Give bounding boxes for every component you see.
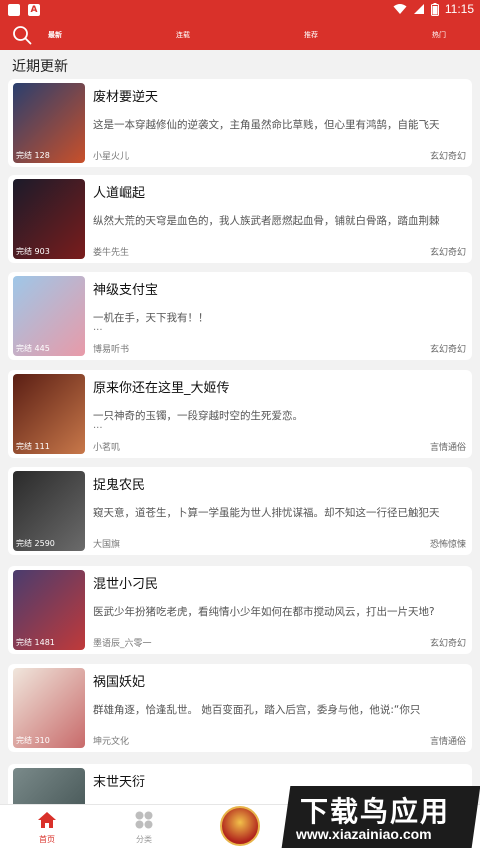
- wifi-icon: [393, 4, 407, 14]
- book-status-badge: 完结 128: [16, 151, 50, 160]
- book-description: 一机在手，天下我有！！: [93, 312, 209, 324]
- book-status-badge: 完结 903: [16, 247, 50, 256]
- book-genre: 玄幻奇幻: [429, 345, 466, 355]
- book-cover: 完结 2590: [13, 471, 85, 551]
- book-status-badge: 完结 111: [16, 442, 50, 451]
- tab-recommended[interactable]: 推荐: [304, 30, 318, 40]
- book-author: 大国旗: [93, 540, 121, 550]
- category-icon: [135, 811, 153, 829]
- book-genre: 恐怖惊悚: [429, 540, 466, 550]
- book-status-badge: 完结 310: [16, 736, 50, 745]
- search-icon[interactable]: [12, 25, 32, 45]
- watermark-text: 下载鸟应用: [300, 795, 451, 828]
- book-cover: 完结 111: [13, 374, 85, 454]
- book-author: 坤元文化: [93, 737, 130, 747]
- book-cover: 完结 1481: [13, 570, 85, 650]
- book-cover: 完结 445: [13, 276, 85, 356]
- book-ellipsis: ...: [93, 420, 103, 431]
- book-title: 废材要逆天: [93, 90, 159, 105]
- book-title: 原来你还在这里_大姬传: [93, 381, 230, 396]
- book-author: 小星火儿: [93, 152, 130, 162]
- tab-serial[interactable]: 连载: [176, 30, 190, 40]
- book-title: 末世天衍: [93, 775, 146, 790]
- book-card[interactable]: 完结 111 原来你还在这里_大姬传 一只神奇的玉镯，一段穿越时空的生死爱恋。..…: [8, 370, 472, 458]
- signal-icon: [413, 4, 424, 14]
- book-description: 群雄角逐，恰逢乱世。 她百变面孔，踏入后宫，委身与他，他说:“你只: [93, 704, 421, 716]
- top-nav: 最新 连载 推荐 热门: [0, 20, 480, 50]
- nav-home[interactable]: 首页: [17, 811, 77, 845]
- book-genre: 玄幻奇幻: [429, 152, 466, 162]
- book-status-badge: 完结 445: [16, 344, 50, 353]
- book-cover: 完结 310: [13, 668, 85, 748]
- book-author: 小茗叽: [93, 443, 121, 453]
- book-cover: 完结 903: [13, 179, 85, 259]
- tab-popular[interactable]: 热门: [432, 30, 446, 40]
- book-genre: 玄幻奇幻: [429, 248, 466, 258]
- home-icon: [38, 812, 56, 828]
- book-title: 祸国妖妃: [93, 675, 146, 690]
- center-avatar-button[interactable]: [220, 806, 260, 846]
- book-author: 博易听书: [93, 345, 130, 355]
- book-title: 捉鬼农民: [93, 478, 146, 493]
- book-description: 窥天意，道苍生，卜算一学虽能为世人排忧谋福。却不知这一行径已触犯天: [93, 507, 440, 519]
- watermark-url: www.xiazainiao.com: [296, 826, 432, 842]
- clock: 11:15: [444, 2, 474, 16]
- nav-category[interactable]: 分类: [114, 811, 174, 845]
- book-description: 这是一本穿越修仙的逆袭文，主角虽然命比草贱，但心里有鸿鹄，自能飞天: [93, 119, 440, 131]
- section-title: 近期更新: [12, 59, 68, 75]
- book-card[interactable]: 完结 128 废材要逆天这是一本穿越修仙的逆袭文，主角虽然命比草贱，但心里有鸿鹄，…: [8, 79, 472, 167]
- book-title: 人道崛起: [93, 186, 146, 201]
- book-title: 神级支付宝: [93, 283, 159, 298]
- book-card[interactable]: 完结 903 人道崛起纵然大荒的天穹是血色的，我人族武者愿燃起血骨，铺就白骨路，踏…: [8, 175, 472, 263]
- book-card[interactable]: 完结 2590 捉鬼农民窥天意，道苍生，卜算一学虽能为世人排忧谋福。却不知这一行径…: [8, 467, 472, 555]
- book-title: 混世小刁民: [93, 577, 159, 592]
- book-status-badge: 完结 2590: [16, 539, 55, 548]
- book-description: 一只神奇的玉镯，一段穿越时空的生死爱恋。: [93, 410, 303, 422]
- book-card[interactable]: 完结 310 祸国妖妃群雄角逐，恰逢乱世。 她百变面孔，踏入后宫，委身与他，他说:…: [8, 664, 472, 752]
- tab-latest[interactable]: 最新: [48, 30, 62, 40]
- book-description: 纵然大荒的天穹是血色的，我人族武者愿燃起血骨，铺就白骨路，踏血荆棘: [93, 215, 440, 227]
- book-author: 墨语辰_六零一: [93, 639, 152, 649]
- status-bar: A 11:15: [0, 0, 480, 20]
- nav-category-label: 分类: [136, 835, 152, 844]
- app-notification-icon: A: [28, 4, 40, 16]
- book-ellipsis: ...: [93, 322, 103, 333]
- book-author: 娄牛先生: [93, 248, 130, 258]
- book-status-badge: 完结 1481: [16, 638, 55, 647]
- book-genre: 言情通俗: [429, 443, 466, 453]
- book-card[interactable]: 完结 1481 混世小刁民医武少年扮猪吃老虎，看纯情小少年如何在都市搅动风云，打出…: [8, 566, 472, 654]
- battery-icon: [430, 2, 439, 16]
- notification-icon: [8, 4, 20, 16]
- book-genre: 玄幻奇幻: [429, 639, 466, 649]
- book-card[interactable]: 完结 445 神级支付宝一机在手，天下我有！！... 博易听书 玄幻奇幻: [8, 272, 472, 360]
- nav-home-label: 首页: [39, 835, 55, 844]
- book-cover: 完结 128: [13, 83, 85, 163]
- book-genre: 言情通俗: [429, 737, 466, 747]
- book-description: 医武少年扮猪吃老虎，看纯情小少年如何在都市搅动风云，打出一片天地?: [93, 606, 435, 618]
